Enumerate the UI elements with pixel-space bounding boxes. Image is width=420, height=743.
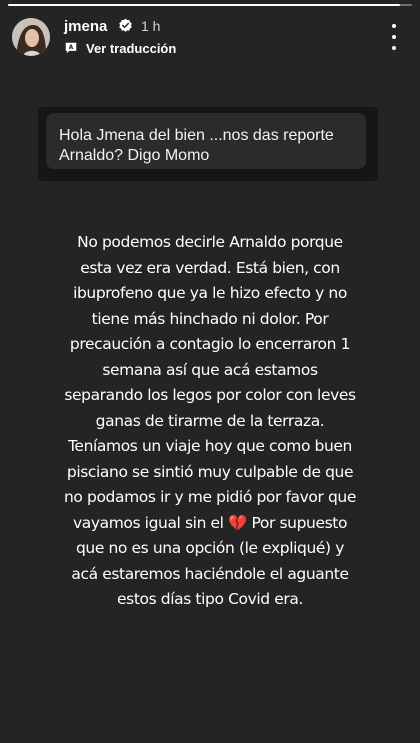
see-translation-button[interactable]: A Ver traducción — [64, 40, 176, 56]
avatar-image — [12, 18, 50, 56]
svg-text:A: A — [69, 45, 74, 51]
broken-heart-emoji: 💔 — [228, 513, 247, 532]
body-text-part-1: No podemos decirle Arnaldo porque esta v… — [64, 233, 356, 532]
username[interactable]: jmena — [64, 18, 107, 35]
story-progress-fill — [8, 4, 400, 6]
post-time: 1 h — [141, 18, 161, 34]
translate-label: Ver traducción — [86, 40, 177, 56]
translate-icon: A — [65, 42, 77, 54]
story-body-text: No podemos decirle Arnaldo porque esta v… — [62, 230, 358, 613]
question-sticker: Hola Jmena del bien ...nos das reporte A… — [38, 107, 378, 181]
story-progress-bar — [8, 4, 412, 6]
story-header: jmena 1 h A Ver traducción — [0, 10, 420, 66]
question-bubble: Hola Jmena del bien ...nos das reporte A… — [46, 113, 366, 169]
question-text: Hola Jmena del bien ...nos das reporte A… — [59, 127, 334, 164]
verified-badge-icon — [119, 18, 132, 32]
avatar[interactable] — [12, 18, 50, 56]
more-options-icon[interactable] — [386, 24, 402, 50]
